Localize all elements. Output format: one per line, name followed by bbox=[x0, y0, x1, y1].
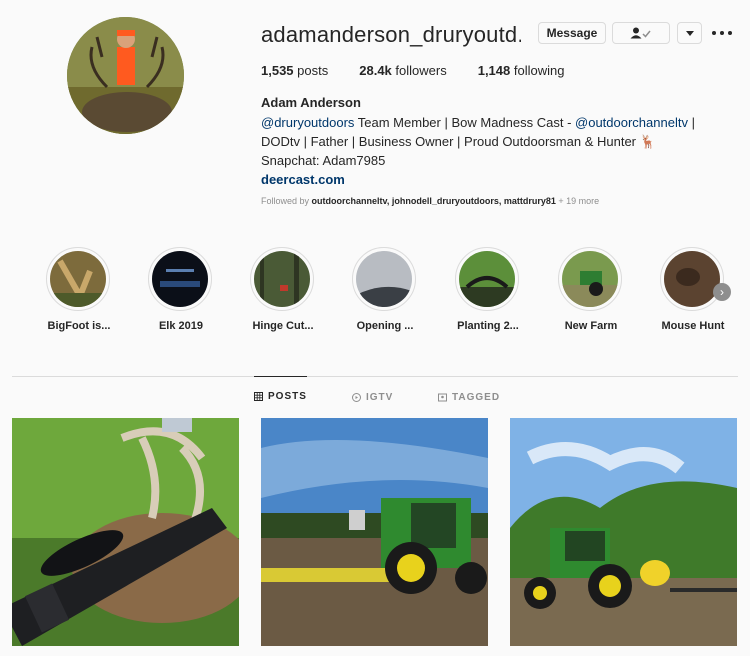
tab-igtv[interactable]: IGTV bbox=[352, 377, 393, 417]
highlight-label: BigFoot is... bbox=[47, 320, 111, 332]
following-stat[interactable]: 1,148 following bbox=[478, 63, 565, 78]
bio-mention-druryoutdoors[interactable]: @druryoutdoors bbox=[261, 115, 354, 130]
message-button[interactable]: Message bbox=[538, 22, 606, 44]
highlight-item[interactable]: Hinge Cut... bbox=[250, 247, 316, 332]
tag-icon bbox=[438, 393, 447, 401]
profile-bio: @druryoutdoors Team Member | Bow Madness… bbox=[261, 113, 711, 189]
highlight-item[interactable]: BigFoot is... bbox=[46, 247, 112, 332]
profile-full-name: Adam Anderson bbox=[261, 95, 361, 110]
highlight-item[interactable]: Elk 2019 bbox=[148, 247, 214, 332]
highlights-next-icon[interactable]: › bbox=[713, 283, 731, 301]
caret-down-icon bbox=[685, 30, 694, 36]
followed-by[interactable]: Followed by outdoorchanneltv, johnodell_… bbox=[261, 196, 599, 206]
highlight-item[interactable]: Mouse Hunt bbox=[660, 247, 726, 332]
highlight-label: Opening ... bbox=[356, 320, 414, 332]
more-options-icon[interactable] bbox=[712, 26, 732, 40]
highlight-item[interactable]: New Farm bbox=[558, 247, 624, 332]
profile-username: adamanderson_druryoutd... bbox=[261, 22, 521, 47]
suggested-dropdown-button[interactable] bbox=[677, 22, 702, 44]
highlight-item[interactable]: Planting 2... bbox=[455, 247, 521, 332]
post-thumbnail[interactable] bbox=[510, 418, 737, 646]
post-thumbnail[interactable] bbox=[261, 418, 488, 646]
highlight-label: Elk 2019 bbox=[158, 320, 204, 332]
highlight-label: New Farm bbox=[564, 320, 618, 332]
profile-avatar[interactable] bbox=[67, 17, 184, 134]
post-thumbnail[interactable] bbox=[12, 418, 239, 646]
person-check-icon bbox=[630, 27, 651, 39]
bio-mention-outdoorchanneltv[interactable]: @outdoorchanneltv bbox=[575, 115, 688, 130]
tab-posts[interactable]: POSTS bbox=[254, 376, 307, 416]
highlight-item[interactable]: Opening ... bbox=[352, 247, 418, 332]
profile-website-link[interactable]: deercast.com bbox=[261, 170, 711, 189]
profile-stats: 1,535 posts 28.4k followers 1,148 follow… bbox=[261, 63, 595, 78]
tab-tagged[interactable]: TAGGED bbox=[438, 377, 500, 417]
highlight-label: Hinge Cut... bbox=[252, 320, 314, 332]
highlight-label: Mouse Hunt bbox=[661, 320, 725, 332]
grid-icon bbox=[254, 392, 263, 401]
igtv-icon bbox=[352, 392, 361, 402]
bio-snapchat: Snapchat: Adam7985 bbox=[261, 153, 386, 168]
bio-line: DODtv | Father | Business Owner | Proud … bbox=[261, 134, 656, 149]
followers-stat[interactable]: 28.4k followers bbox=[359, 63, 446, 78]
following-button[interactable] bbox=[612, 22, 670, 44]
highlight-label: Planting 2... bbox=[457, 320, 519, 332]
posts-stat: 1,535 posts bbox=[261, 63, 329, 78]
